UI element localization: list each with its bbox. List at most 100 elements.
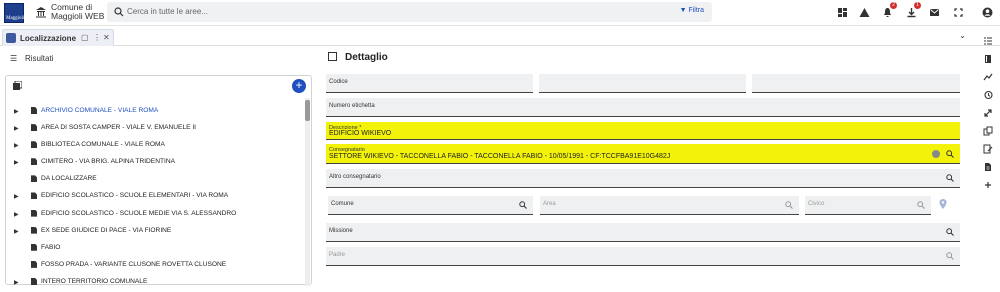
expand-arrow-icon[interactable]: ▶ (14, 142, 19, 149)
warning-icon[interactable] (859, 7, 870, 18)
tree-item[interactable]: ▶ INTERO TERRITORIO COMUNALE (6, 275, 306, 292)
tree-item-label: EX SEDE GIUDICE DI PACE - VIA FIORINE (41, 226, 172, 234)
tree-item-label: DA LOCALIZZARE (41, 175, 97, 183)
municipality-logo[interactable]: Maggioli (4, 3, 24, 23)
search-icon[interactable] (946, 149, 954, 158)
account-icon[interactable] (982, 7, 993, 18)
history-icon[interactable] (983, 90, 993, 100)
filter-button[interactable]: ▼ Filtra (680, 7, 704, 14)
add-icon[interactable] (983, 180, 993, 190)
scrollbar-thumb[interactable] (305, 100, 310, 121)
search-placeholder[interactable]: Cerca in tutte le aree... (127, 7, 208, 16)
tree-item[interactable]: FOSSO PRADA - VARIANTE CLUSONE ROVETTA C… (6, 258, 306, 275)
copy-icon[interactable] (983, 126, 993, 136)
tree-item[interactable]: ▶ ARCHIVIO COMUNALE - VIALE ROMA (6, 104, 306, 121)
add-button[interactable]: + (292, 79, 306, 93)
expand-arrow-icon[interactable]: ▶ (14, 211, 19, 218)
tree-item[interactable]: ▶ EDIFICIO SCOLASTICO - SCUOLE MEDIE VIA … (6, 207, 306, 224)
search-icon[interactable] (946, 228, 954, 236)
tree-item-label: AREA DI SOSTA CAMPER - VIALE V. EMANUELE… (41, 124, 196, 132)
numero-etichetta-field[interactable]: Numero etichetta (326, 98, 960, 117)
detail-title: Dettaglio (345, 52, 388, 63)
comune-label: Comune (331, 201, 354, 207)
chart-line-icon[interactable] (983, 72, 993, 82)
filter-label: Filtra (688, 7, 704, 14)
tab-localizzazione[interactable]: Localizzazione ▢ ⋮ ✕ (2, 29, 114, 46)
altro-consegnatario-field[interactable]: Altro consegnatario (326, 169, 960, 188)
expand-arrow-icon[interactable]: ▶ (14, 228, 19, 235)
institution-icon[interactable] (35, 6, 47, 18)
book-icon[interactable] (983, 54, 993, 64)
codice-field[interactable]: Codice (326, 74, 533, 93)
clear-icon[interactable] (932, 149, 940, 158)
extra-field-2[interactable] (752, 74, 960, 93)
search-icon[interactable] (785, 201, 793, 209)
search-icon[interactable] (946, 252, 954, 260)
document-icon (31, 192, 37, 200)
scrollbar[interactable] (305, 98, 310, 286)
expand-arrow-icon[interactable]: ▶ (14, 159, 19, 166)
tree-item-label: BIBLIOTECA COMUNALE - VIALE ROMA (41, 141, 165, 149)
list-icon[interactable]: ☰ (10, 54, 19, 63)
top-bar: Maggioli Comune di Maggioli WEB Cerca in… (0, 0, 1000, 26)
global-search[interactable]: Cerca in tutte le aree... ▼ Filtra (107, 2, 712, 22)
tree-item[interactable]: FABIO (6, 241, 306, 258)
descrizione-field[interactable]: Descrizione * EDIFICIO WIKIEVO (326, 122, 960, 140)
search-icon[interactable] (519, 201, 527, 209)
pin-icon[interactable]: ▢ (81, 33, 89, 42)
tree-item[interactable]: ▶ EX SEDE GIUDICE DI PACE - VIA FIORINE (6, 224, 306, 241)
document-icon[interactable] (983, 162, 993, 172)
apps-icon[interactable] (837, 7, 848, 18)
padre-field[interactable]: Padre (326, 247, 960, 266)
detail-header: Dettaglio (328, 52, 388, 63)
results-title: Risultati (25, 54, 54, 63)
fullscreen-icon[interactable] (953, 7, 964, 18)
tree-item[interactable]: ▶ CIMITERO - VIA BRIG. ALPINA TRIDENTINA (6, 155, 306, 172)
expand-arrow-icon[interactable]: ▶ (14, 193, 19, 200)
tree-item[interactable]: DA LOCALIZZARE (6, 172, 306, 189)
civico-label: Civico (808, 201, 825, 207)
search-icon (114, 7, 124, 17)
tab-bar: Localizzazione ▢ ⋮ ✕ (0, 28, 1000, 46)
tree-item-label: EDIFICIO SCOLASTICO - SCUOLE ELEMENTARI … (41, 192, 229, 200)
panel-toggle-icon[interactable] (328, 52, 337, 61)
download-badge: 1 (914, 2, 921, 9)
document-icon (31, 107, 37, 114)
padre-label: Padre (329, 252, 346, 258)
tab-label: Localizzazione (20, 34, 77, 43)
collapse-all-icon[interactable] (13, 81, 22, 90)
missione-field[interactable]: Missione (326, 223, 960, 242)
tree-item[interactable]: ▶ AREA DI SOSTA CAMPER - VIALE V. EMANUEL… (6, 121, 306, 138)
document-icon (31, 175, 37, 183)
expand-arrow-icon[interactable]: ▶ (14, 125, 19, 132)
chevron-down-icon[interactable]: ⌄ (959, 31, 966, 40)
comune-field[interactable]: Comune (328, 196, 533, 215)
missione-label: Missione (329, 228, 353, 234)
right-toolbar (978, 26, 1000, 285)
tree-item[interactable]: ▶ EDIFICIO SCOLASTICO - SCUOLE ELEMENTARI… (6, 189, 306, 206)
altro-consegnatario-label: Altro consegnatario (329, 174, 381, 180)
civico-field[interactable]: Civico (805, 196, 931, 215)
tree-item[interactable]: ▶ BIBLIOTECA COMUNALE - VIALE ROMA (6, 138, 306, 155)
results-header: ☰ Risultati (10, 54, 53, 63)
results-tree: ▶ ARCHIVIO COMUNALE - VIALE ROMA ▶ AREA DI … (6, 104, 306, 292)
mail-icon[interactable] (929, 7, 940, 18)
consegnatario-field[interactable]: Consegnatario SETTORE WIKIEVO - TACCONEL… (326, 144, 960, 164)
tree-item-label: EDIFICIO SCOLASTICO - SCUOLE MEDIE VIA S… (41, 209, 237, 217)
edit-document-icon[interactable] (983, 144, 993, 154)
more-icon[interactable]: ⋮ (93, 33, 101, 42)
tree-item-label: FOSSO PRADA - VARIANTE CLUSONE ROVETTA C… (41, 260, 227, 268)
checklist-icon[interactable] (983, 36, 993, 46)
close-icon[interactable]: ✕ (103, 33, 110, 42)
extra-field-1[interactable] (539, 74, 746, 93)
compare-icon[interactable] (983, 108, 993, 118)
search-icon[interactable] (917, 201, 925, 209)
search-icon[interactable] (946, 174, 954, 182)
area-field[interactable]: Area (540, 196, 799, 215)
results-tree-box: + ▶ ARCHIVIO COMUNALE - VIALE ROMA ▶ AREA D… (5, 75, 312, 286)
document-icon (31, 243, 37, 251)
logo-text: Maggioli (6, 16, 25, 21)
map-pin-icon[interactable] (939, 199, 947, 209)
expand-arrow-icon[interactable]: ▶ (14, 108, 19, 115)
document-icon (31, 260, 37, 268)
